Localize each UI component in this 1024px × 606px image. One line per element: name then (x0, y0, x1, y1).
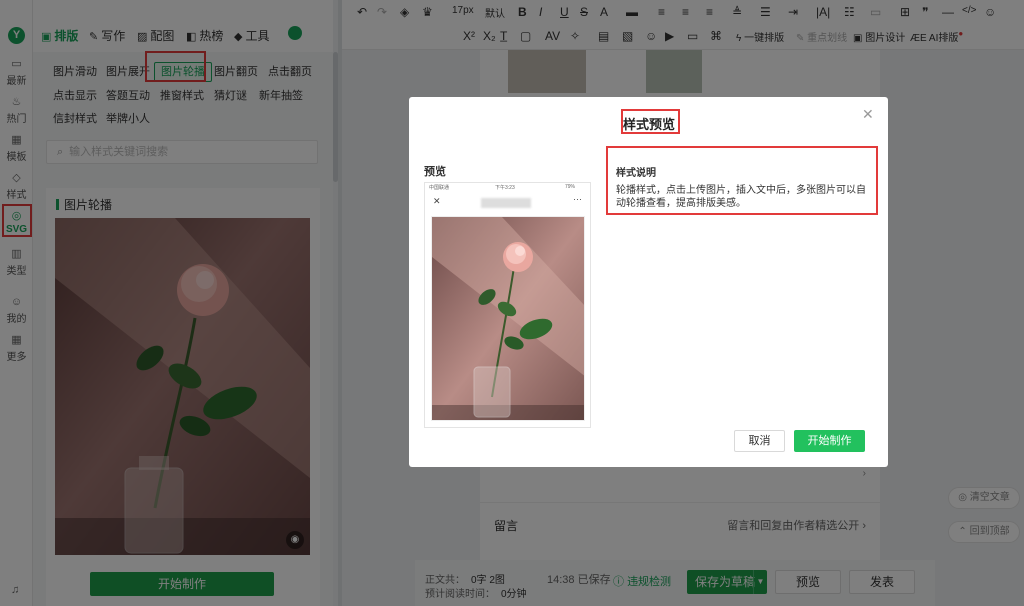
start-making-button[interactable]: 开始制作 (794, 430, 865, 452)
highlight-box (621, 109, 680, 134)
phone-carrier: 中国联通 (429, 185, 450, 191)
blurred-title (481, 198, 531, 208)
rose-photo-small (432, 217, 584, 420)
phone-status-bar: 中国联通 下午3:23 79% (425, 183, 590, 193)
phone-nav-bar: ✕ ··· (425, 193, 590, 213)
style-preview-dialog: 样式预览 ✕ 预览 中国联通 下午3:23 79% ✕ ··· 样式说明 轮播样… (409, 97, 888, 467)
more-icon: ··· (573, 194, 582, 204)
phone-time: 下午3:23 (495, 185, 515, 191)
phone-rose-image (431, 216, 585, 421)
close-icon: ✕ (433, 196, 441, 206)
phone-battery: 79% (565, 184, 576, 190)
cancel-button[interactable]: 取消 (734, 430, 785, 452)
style-description: 样式说明 轮播样式，点击上传图片，插入文中后，多张图片可以自动轮播查看，提高排版… (606, 146, 878, 215)
description-title: 样式说明 (616, 168, 656, 179)
description-text: 轮播样式，点击上传图片，插入文中后，多张图片可以自动轮播查看，提高排版美感。 (616, 185, 866, 209)
preview-label: 预览 (424, 166, 446, 178)
phone-preview: 中国联通 下午3:23 79% ✕ ··· (424, 182, 591, 428)
close-icon[interactable]: ✕ (862, 106, 874, 123)
